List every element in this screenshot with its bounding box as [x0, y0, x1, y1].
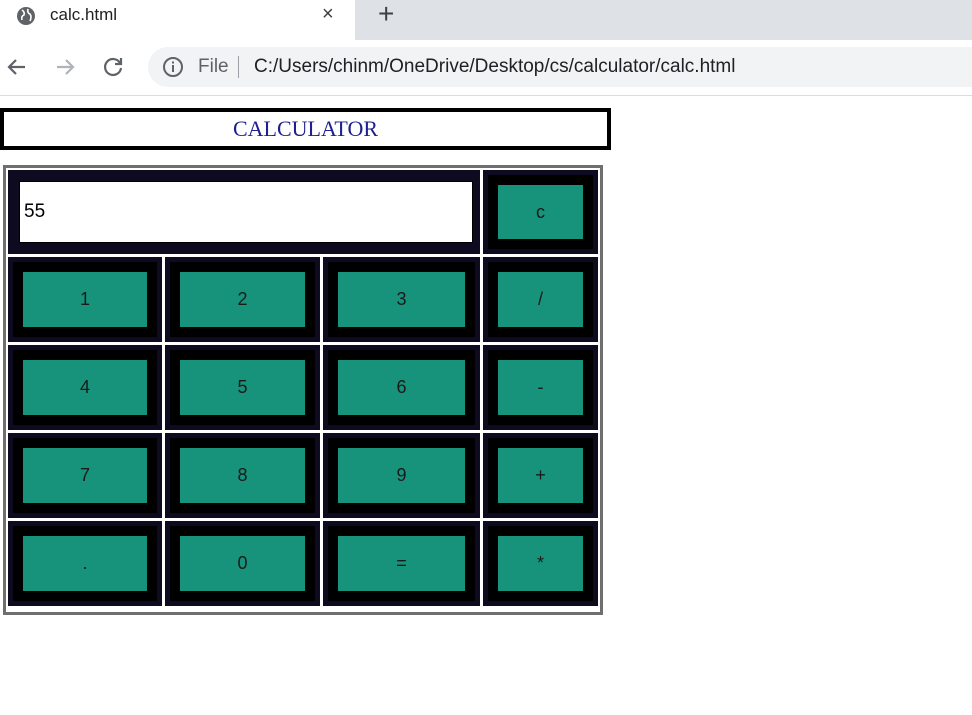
- key-cell: 6: [323, 345, 480, 430]
- key-divide-button[interactable]: /: [498, 272, 583, 327]
- browser-toolbar: File C:/Users/chinm/OneDrive/Desktop/cs/…: [0, 40, 972, 96]
- key-digit-1-button[interactable]: 1: [23, 272, 147, 327]
- key-digit-4-button[interactable]: 4: [23, 360, 147, 415]
- key-equals-button[interactable]: =: [338, 536, 465, 591]
- key-digit-6-button[interactable]: 6: [338, 360, 465, 415]
- new-tab-icon[interactable]: +: [378, 0, 394, 28]
- clear-button[interactable]: c: [498, 185, 583, 239]
- info-icon[interactable]: [162, 56, 184, 78]
- key-cell: 7: [8, 433, 162, 518]
- key-cell: .: [8, 521, 162, 606]
- key-cell: 8: [165, 433, 320, 518]
- reload-icon[interactable]: [100, 54, 126, 80]
- address-bar[interactable]: File C:/Users/chinm/OneDrive/Desktop/cs/…: [148, 47, 972, 87]
- tab-calc[interactable]: calc.html ×: [0, 0, 355, 40]
- close-icon[interactable]: ×: [322, 3, 334, 26]
- calculator-table: 55 c 1 2 3 / 4 5 6- 7 8 9 +. 0 = *: [3, 165, 603, 615]
- key-minus-button[interactable]: -: [498, 360, 583, 415]
- key-cell: =: [323, 521, 480, 606]
- address-scheme: File: [198, 56, 229, 77]
- calculator-grid: 55 c 1 2 3 / 4 5 6- 7 8 9 +. 0 = *: [6, 168, 600, 612]
- key-cell: 2: [165, 257, 320, 342]
- key-cell: 9: [323, 433, 480, 518]
- tab-strip: calc.html × +: [0, 0, 972, 40]
- key-cell: +: [483, 433, 598, 518]
- address-divider: [238, 56, 239, 78]
- key-digit-2-button[interactable]: 2: [180, 272, 305, 327]
- key-cell: 0: [165, 521, 320, 606]
- key-cell: 5: [165, 345, 320, 430]
- key-cell: /: [483, 257, 598, 342]
- display-cell: 55: [8, 170, 480, 254]
- tab-title: calc.html: [50, 5, 118, 24]
- back-icon[interactable]: [4, 54, 30, 80]
- key-digit-7-button[interactable]: 7: [23, 448, 147, 503]
- key-multiply-button[interactable]: *: [498, 536, 583, 591]
- key-digit-5-button[interactable]: 5: [180, 360, 305, 415]
- calculator-title: CALCULATOR: [0, 108, 611, 150]
- globe-icon: [17, 7, 35, 25]
- key-cell: 1: [8, 257, 162, 342]
- key-cell: 4: [8, 345, 162, 430]
- key-decimal-button[interactable]: .: [23, 536, 147, 591]
- key-cell: -: [483, 345, 598, 430]
- key-digit-3-button[interactable]: 3: [338, 272, 465, 327]
- key-digit-9-button[interactable]: 9: [338, 448, 465, 503]
- display-input[interactable]: 55: [19, 181, 473, 243]
- clear-cell: c: [483, 170, 598, 254]
- key-cell: 3: [323, 257, 480, 342]
- address-url[interactable]: C:/Users/chinm/OneDrive/Desktop/cs/calcu…: [254, 56, 735, 78]
- forward-icon[interactable]: [52, 54, 78, 80]
- key-digit-8-button[interactable]: 8: [180, 448, 305, 503]
- key-digit-0-button[interactable]: 0: [180, 536, 305, 591]
- key-cell: *: [483, 521, 598, 606]
- key-plus-button[interactable]: +: [498, 448, 583, 503]
